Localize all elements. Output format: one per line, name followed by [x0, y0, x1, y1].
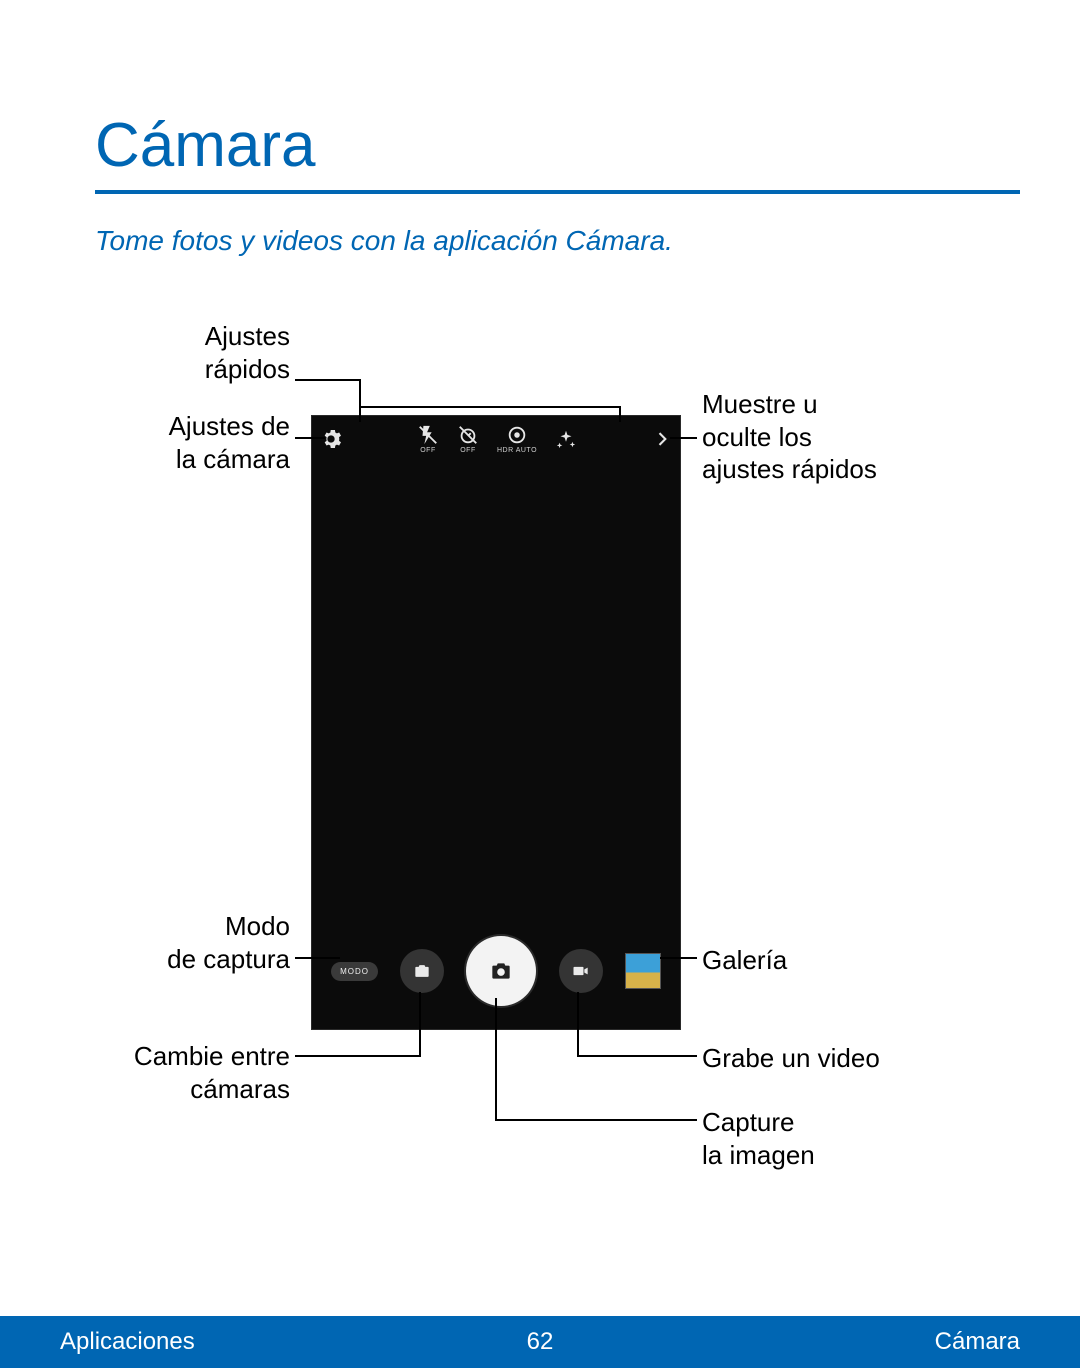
settings-icon[interactable]: [320, 428, 342, 450]
footer-left: Aplicaciones: [60, 1328, 195, 1356]
callout-capture-mode: Modo de captura: [105, 910, 290, 975]
sparkle-icon: [555, 428, 577, 450]
callout-gallery: Galería: [702, 944, 902, 977]
phone-screenshot: OFF OFF HDR AUTO MODO: [311, 415, 681, 1030]
hdr-sub-label: HDR AUTO: [497, 447, 537, 454]
switch-camera-icon: [412, 961, 432, 981]
camera-topbar: OFF OFF HDR AUTO: [312, 416, 680, 462]
record-video-button[interactable]: [559, 949, 603, 993]
camera-icon: [488, 958, 514, 984]
title-rule: [95, 190, 1020, 194]
camera-bottombar: MODO: [312, 927, 680, 1015]
page-title: Cámara: [95, 110, 316, 181]
footer-page-number: 62: [527, 1328, 554, 1356]
timer-sub-label: OFF: [460, 447, 476, 454]
flash-icon[interactable]: OFF: [417, 424, 439, 454]
mode-button[interactable]: MODO: [331, 962, 378, 981]
timer-off-icon: [457, 424, 479, 446]
callout-record-video: Grabe un video: [702, 1042, 962, 1075]
footer-right: Cámara: [935, 1328, 1020, 1356]
timer-icon[interactable]: OFF: [457, 424, 479, 454]
hdr-icon-glyph: [506, 424, 528, 446]
gear-icon: [320, 428, 342, 450]
callout-quick-settings: Ajustes rápidos: [120, 320, 290, 385]
switch-camera-button[interactable]: [400, 949, 444, 993]
effects-icon[interactable]: [555, 428, 577, 450]
chevron-right-icon: [652, 429, 672, 449]
callout-switch-cameras: Cambie entre cámaras: [95, 1040, 290, 1105]
shutter-button[interactable]: [466, 936, 536, 1006]
toggle-quick-settings-button[interactable]: [652, 429, 672, 449]
gallery-thumbnail[interactable]: [625, 953, 661, 989]
page-subtitle: Tome fotos y videos con la aplicación Cá…: [95, 225, 673, 257]
page-footer: Aplicaciones 62 Cámara: [0, 1316, 1080, 1368]
flash-sub-label: OFF: [420, 447, 436, 454]
video-icon: [571, 961, 591, 981]
callout-camera-settings: Ajustes de la cámara: [115, 410, 290, 475]
lightning-off-icon: [417, 424, 439, 446]
callout-capture-image: Capture la imagen: [702, 1106, 902, 1171]
hdr-icon[interactable]: HDR AUTO: [497, 424, 537, 454]
callout-toggle-quick-settings: Muestre u oculte los ajustes rápidos: [702, 388, 952, 486]
quick-settings-group: OFF OFF HDR AUTO: [417, 424, 577, 454]
